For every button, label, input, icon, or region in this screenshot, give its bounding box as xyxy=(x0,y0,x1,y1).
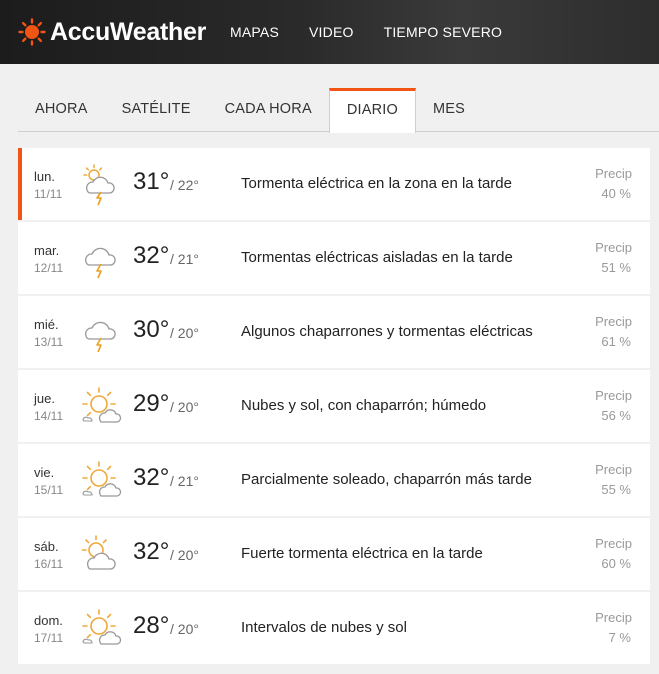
forecast-phrase: Tormenta eléctrica en la zona en la tard… xyxy=(241,175,512,192)
high-temp: 31° xyxy=(133,168,170,195)
day-of-week: jue. xyxy=(34,391,55,406)
precip-value: 55 % xyxy=(601,482,631,497)
nav-tiempo-severo[interactable]: TIEMPO SEVERO xyxy=(384,24,503,40)
forecast-day-row[interactable]: jue. 14/11 29°/ 20° Nubes y sol, con chapar… xyxy=(18,370,650,442)
precip-label: Precip xyxy=(595,536,632,551)
day-of-week: sáb. xyxy=(34,539,59,554)
low-temp: / 20° xyxy=(170,547,199,563)
precip-label: Precip xyxy=(595,314,632,329)
low-temp: / 20° xyxy=(170,399,199,415)
precip-label: Precip xyxy=(595,240,632,255)
brand-name: AccuWeather xyxy=(50,17,207,46)
day-date: 15/11 xyxy=(34,483,64,497)
day-date: 12/11 xyxy=(34,261,64,275)
precip-label: Precip xyxy=(595,462,632,477)
low-temp: / 22° xyxy=(170,177,199,193)
forecast-day-row[interactable]: dom. 17/11 28°/ 20° Intervalos de nubes y s… xyxy=(18,592,650,664)
forecast-phrase: Intervalos de nubes y sol xyxy=(241,619,407,636)
day-of-week: mié. xyxy=(34,317,59,332)
low-temp: / 21° xyxy=(170,251,199,267)
tab-cada-hora[interactable]: CADA HORA xyxy=(208,88,329,132)
forecast-phrase: Algunos chaparrones y tormentas eléctric… xyxy=(241,323,533,340)
precip-value: 61 % xyxy=(601,334,631,349)
day-date: 17/11 xyxy=(34,631,64,645)
day-date: 13/11 xyxy=(34,335,64,349)
forecast-day-row[interactable]: mié. 13/11 30°/ 20° Algunos chaparrones y t… xyxy=(18,296,650,368)
daily-forecast-list: lun. 11/11 31°/ 22° Tormenta eléctrica en l… xyxy=(18,148,650,666)
partly-sunny-icon xyxy=(80,532,122,576)
high-temp: 28° xyxy=(133,612,170,639)
tab-satelite[interactable]: SATÉLITE xyxy=(105,88,208,132)
tab-mes[interactable]: MES xyxy=(416,88,482,132)
precip-value: 56 % xyxy=(601,408,631,423)
low-temp: / 20° xyxy=(170,621,199,637)
precip-value: 7 % xyxy=(608,630,631,645)
thunderstorm-icon xyxy=(80,236,122,280)
sun-logo-icon xyxy=(18,18,46,46)
high-temp: 32° xyxy=(133,464,170,491)
nav-video[interactable]: VIDEO xyxy=(309,24,354,40)
high-temp: 30° xyxy=(133,316,170,343)
high-temp: 32° xyxy=(133,538,170,565)
day-of-week: mar. xyxy=(34,243,60,258)
nav-mapas[interactable]: MAPAS xyxy=(230,24,279,40)
tab-ahora[interactable]: AHORA xyxy=(18,88,105,132)
day-date: 14/11 xyxy=(34,409,64,423)
precip-value: 60 % xyxy=(601,556,631,571)
day-of-week: lun. xyxy=(34,169,55,184)
forecast-day-row[interactable]: sáb. 16/11 32°/ 20° Fuerte tormenta eléctri… xyxy=(18,518,650,590)
day-of-week: dom. xyxy=(34,613,63,628)
high-temp: 32° xyxy=(133,242,170,269)
day-of-week: vie. xyxy=(34,465,55,480)
precip-label: Precip xyxy=(595,610,632,625)
tab-diario[interactable]: DIARIO xyxy=(328,88,416,133)
precip-value: 51 % xyxy=(601,260,631,275)
high-temp: 29° xyxy=(133,390,170,417)
precip-label: Precip xyxy=(595,166,632,181)
low-temp: / 21° xyxy=(170,473,199,489)
forecast-phrase: Parcialmente soleado, chaparrón más tard… xyxy=(241,471,532,488)
precip-label: Precip xyxy=(595,388,632,403)
forecast-day-row[interactable]: lun. 11/11 31°/ 22° Tormenta eléctrica en l… xyxy=(18,148,650,220)
precip-value: 40 % xyxy=(601,186,631,201)
forecast-tabs: AHORA SATÉLITE CADA HORA DIARIO MES xyxy=(18,88,659,133)
forecast-day-row[interactable]: mar. 12/11 32°/ 21° Tormentas eléctricas ai… xyxy=(18,222,650,294)
main-nav: MAPAS VIDEO TIEMPO SEVERO xyxy=(230,24,532,40)
forecast-phrase: Tormentas eléctricas aisladas en la tard… xyxy=(241,249,513,266)
day-date: 16/11 xyxy=(34,557,64,571)
sun-cloud-icon xyxy=(80,384,122,428)
day-date: 11/11 xyxy=(34,187,63,201)
thunderstorm-partly-sunny-icon xyxy=(80,162,122,206)
sun-cloud-icon xyxy=(80,458,122,502)
forecast-phrase: Nubes y sol, con chaparrón; húmedo xyxy=(241,397,487,414)
thunderstorm-icon xyxy=(80,310,122,354)
sun-cloud-icon xyxy=(80,606,122,650)
accuweather-logo[interactable]: AccuWeather xyxy=(18,18,206,47)
low-temp: / 20° xyxy=(170,325,199,341)
forecast-day-row[interactable]: vie. 15/11 32°/ 21° Parcialmente soleado, c… xyxy=(18,444,650,516)
forecast-phrase: Fuerte tormenta eléctrica en la tarde xyxy=(241,545,483,562)
site-header: AccuWeather MAPAS VIDEO TIEMPO SEVERO xyxy=(0,0,659,64)
